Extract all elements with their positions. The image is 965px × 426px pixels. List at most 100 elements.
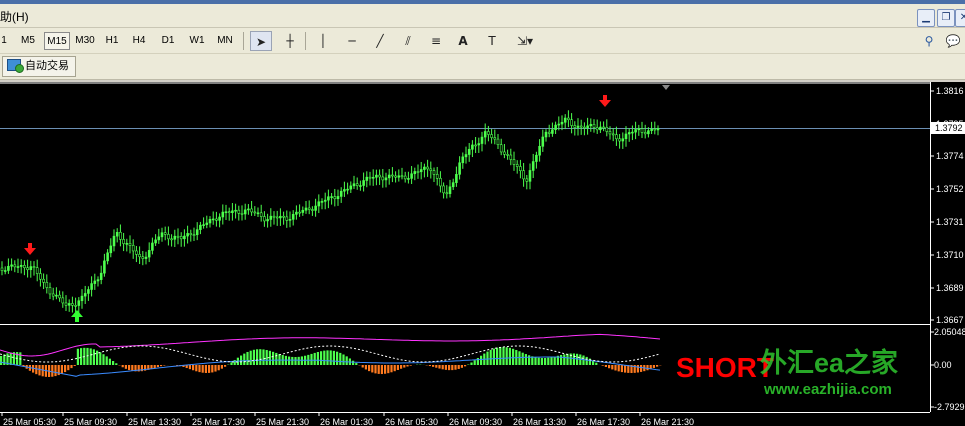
- candle: [570, 113, 573, 134]
- candle: [339, 187, 343, 203]
- candle: [327, 189, 330, 209]
- histogram-bar: [99, 352, 102, 365]
- menu-help[interactable]: 助(H): [0, 8, 29, 25]
- trendline-tool-icon[interactable]: ╱: [369, 31, 391, 51]
- restore-button[interactable]: ❐: [937, 9, 955, 27]
- candle-body: [445, 192, 449, 195]
- text-label-tool-icon[interactable]: T: [481, 31, 503, 51]
- candle-body: [135, 250, 138, 255]
- candle: [288, 211, 292, 228]
- candle: [605, 119, 609, 137]
- candle-body: [637, 128, 641, 131]
- vertical-line-tool-icon[interactable]: │: [312, 31, 334, 51]
- candle-body: [602, 126, 605, 129]
- histogram-bar: [390, 365, 393, 373]
- candle-body: [301, 209, 305, 213]
- histogram-bar: [67, 365, 70, 371]
- candle: [211, 211, 215, 225]
- auto-trading-button[interactable]: 自动交易: [2, 56, 76, 77]
- candle-body: [631, 131, 634, 134]
- channel-tool-icon[interactable]: ⫽: [397, 31, 419, 51]
- time-label: 25 Mar 05:30: [3, 417, 56, 426]
- candle-body: [442, 185, 445, 194]
- candle-body: [346, 188, 349, 191]
- text-tool-icon[interactable]: A: [452, 31, 474, 51]
- histogram-bar: [582, 355, 585, 365]
- candle-body: [202, 224, 205, 226]
- candle-body: [541, 136, 545, 147]
- timeframe-h4[interactable]: H4: [128, 32, 150, 50]
- candle: [138, 246, 141, 265]
- candle: [410, 166, 413, 185]
- candle-body: [3, 270, 7, 272]
- candle-body: [109, 245, 113, 254]
- fibonacci-tool-icon[interactable]: ≡: [425, 31, 447, 51]
- crosshair-tool-icon[interactable]: ┼: [279, 31, 301, 51]
- histogram-bar: [384, 365, 387, 374]
- candle: [586, 117, 589, 135]
- candle: [621, 132, 625, 149]
- candle-body: [154, 239, 157, 244]
- candle-body: [39, 273, 42, 280]
- histogram-bar: [60, 365, 63, 374]
- candle: [506, 149, 509, 160]
- price-label: 1.3710: [936, 250, 964, 260]
- timeframe-m5[interactable]: M5: [16, 32, 40, 50]
- histogram-bar: [54, 365, 57, 377]
- candle-body: [10, 264, 13, 267]
- timeframe-m15[interactable]: M15: [44, 32, 70, 50]
- candle: [499, 138, 503, 156]
- watermark-logo-text: 外汇ea之家: [760, 347, 898, 378]
- candle: [544, 129, 548, 142]
- timeframe-h1[interactable]: H1: [101, 32, 123, 50]
- candle-body: [147, 250, 151, 258]
- histogram-bar: [9, 352, 12, 365]
- timeframe-m30[interactable]: M30: [72, 32, 98, 50]
- histogram-bar: [393, 365, 396, 372]
- timeframe-mn[interactable]: MN: [213, 32, 237, 50]
- candle: [640, 121, 644, 138]
- histogram-bar: [611, 365, 614, 370]
- histogram-bar: [198, 365, 201, 373]
- candle: [455, 166, 458, 187]
- histogram-bar: [508, 347, 511, 365]
- candle-body: [439, 178, 442, 187]
- time-tick: 25 Mar 17:30: [190, 412, 245, 426]
- candle: [403, 171, 407, 183]
- candle-body: [458, 162, 461, 175]
- candle: [595, 119, 599, 134]
- histogram-bar: [534, 357, 537, 365]
- cursor-tool-icon[interactable]: ➤: [250, 31, 272, 51]
- search-icon[interactable]: ⚲: [918, 31, 940, 51]
- horizontal-line-tool-icon[interactable]: ─: [341, 31, 363, 51]
- candle-body: [650, 128, 653, 131]
- candle-body: [560, 121, 564, 125]
- candle-body: [64, 302, 68, 306]
- chat-icon[interactable]: 💬: [942, 31, 964, 51]
- candle-body: [579, 125, 583, 128]
- close-button[interactable]: ✕: [955, 9, 965, 27]
- minimize-button[interactable]: ▁: [917, 9, 935, 27]
- chart-shift-marker[interactable]: [662, 85, 670, 90]
- histogram-bar: [345, 356, 348, 365]
- chart-window[interactable]: 1.3816 1.3795 1.3774 1.3752 1.3731 1.371…: [0, 82, 965, 426]
- histogram-bar: [246, 351, 249, 365]
- candle-body: [477, 143, 481, 146]
- candle-body: [67, 303, 71, 306]
- time-label: 25 Mar 17:30: [192, 417, 245, 426]
- histogram-bar: [0, 355, 3, 365]
- arrows-tool-icon[interactable]: ⇲▾: [509, 31, 541, 51]
- indicator-label: 0.00: [934, 360, 952, 370]
- candle-body: [586, 125, 589, 129]
- candle-body: [160, 232, 164, 238]
- candle: [218, 213, 221, 228]
- timeframe-w1[interactable]: W1: [185, 32, 209, 50]
- timeframe-m1[interactable]: 1: [0, 32, 8, 50]
- candle: [32, 261, 36, 276]
- candle: [439, 171, 442, 193]
- candle: [256, 207, 260, 218]
- timeframe-d1[interactable]: D1: [157, 32, 179, 50]
- histogram-bar: [342, 354, 345, 365]
- candle: [576, 118, 580, 136]
- candle-body: [32, 266, 36, 268]
